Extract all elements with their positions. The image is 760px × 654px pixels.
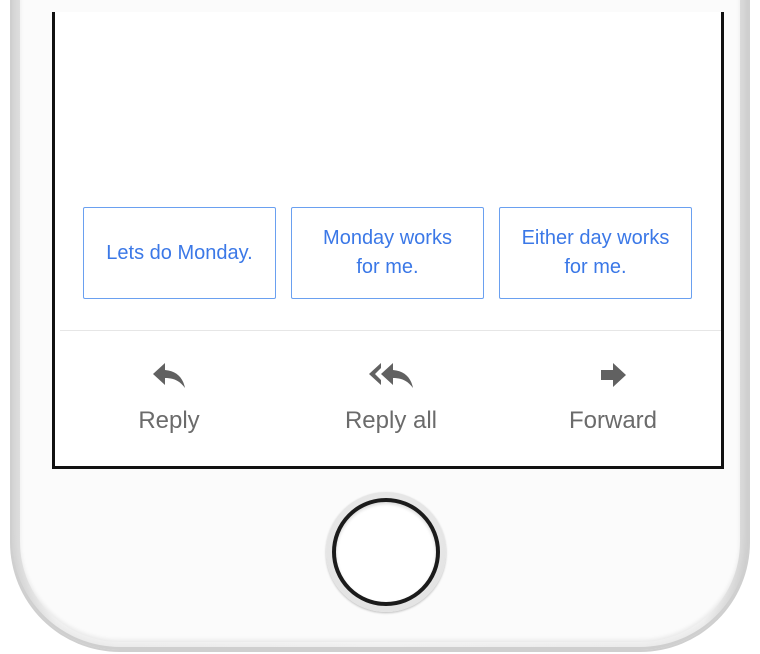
reply-all-icon	[369, 363, 413, 388]
reply-label: Reply	[138, 407, 200, 434]
forward-icon	[601, 363, 626, 387]
home-button[interactable]	[326, 492, 446, 612]
smart-reply-chip-1[interactable]: Lets do Monday.	[83, 207, 276, 299]
reply-all-label: Reply all	[344, 407, 438, 434]
reply-icon	[153, 363, 185, 388]
phone-screen: Lets do Monday. Monday works for me. Eit…	[52, 12, 724, 469]
divider	[60, 330, 721, 331]
home-button-ring	[332, 498, 440, 606]
forward-button[interactable]: Forward	[523, 357, 703, 435]
reply-button[interactable]: Reply	[79, 357, 259, 435]
reply-all-button[interactable]: Reply all	[301, 357, 481, 435]
smart-reply-row: Lets do Monday. Monday works for me. Eit…	[83, 207, 692, 299]
smart-reply-chip-3[interactable]: Either day works for me.	[499, 207, 692, 299]
message-actions-bar: Reply Reply all Forward	[55, 357, 721, 452]
smart-reply-chip-2[interactable]: Monday works for me.	[291, 207, 484, 299]
forward-label: Forward	[568, 407, 658, 434]
